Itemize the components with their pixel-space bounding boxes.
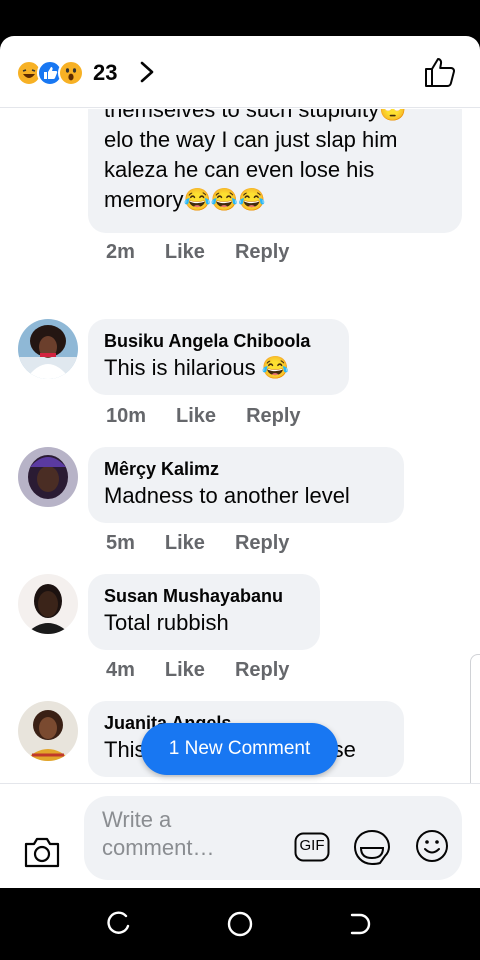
comment-bubble[interactable]: Busiku Angela Chiboola This is hilarious… bbox=[88, 319, 349, 395]
chevron-right-icon[interactable] bbox=[136, 60, 158, 84]
thumbs-up-icon[interactable] bbox=[422, 54, 458, 90]
gif-button[interactable]: GIF bbox=[294, 832, 330, 862]
emoji-icon[interactable] bbox=[414, 828, 450, 864]
comment-text: This is hilarious 😂 bbox=[104, 355, 290, 380]
avatar[interactable] bbox=[18, 319, 78, 379]
new-comment-button[interactable]: 1 New Comment bbox=[141, 723, 338, 775]
reaction-count: 23 bbox=[93, 60, 118, 85]
comment-bubble[interactable]: themselves to such stupidity🙄 elo the wa… bbox=[88, 109, 462, 233]
comment-text: Madness to another level bbox=[104, 483, 350, 508]
comment-author[interactable]: Busiku Angela Chiboola bbox=[104, 329, 333, 353]
comment-input[interactable]: Write a comment… GIF bbox=[84, 796, 462, 880]
system-navigation-bar bbox=[0, 888, 480, 960]
comment-bubble[interactable]: Susan Mushayabanu Total rubbish bbox=[88, 574, 320, 650]
comment-input-placeholder: Write a comment… bbox=[102, 807, 215, 860]
comment-bubble[interactable]: Mêrçy Kalimz Madness to another level bbox=[88, 447, 404, 523]
reply-link[interactable]: Reply bbox=[235, 241, 289, 264]
back-icon[interactable] bbox=[346, 910, 374, 938]
reactions-header: 23 bbox=[0, 36, 480, 108]
comment-time: 2m bbox=[106, 241, 135, 263]
comment-list: themselves to such stupidity🙄 elo the wa… bbox=[0, 109, 480, 783]
comment-author[interactable]: Mêrçy Kalimz bbox=[104, 457, 388, 481]
comment-time: 5m bbox=[106, 532, 135, 554]
camera-icon[interactable] bbox=[22, 834, 62, 870]
comment-time: 4m bbox=[106, 659, 135, 681]
comment-composer: Write a comment… GIF bbox=[0, 783, 480, 888]
home-icon[interactable] bbox=[226, 910, 254, 938]
recent-apps-icon[interactable] bbox=[106, 910, 134, 938]
comment-text-line: elo the way I can just slap him bbox=[104, 127, 398, 152]
comment-text-line: memory😂😂😂 bbox=[104, 187, 266, 212]
reactions-summary[interactable]: 23 bbox=[16, 60, 117, 86]
reply-link[interactable]: Reply bbox=[246, 405, 300, 428]
comment-author[interactable]: Susan Mushayabanu bbox=[104, 584, 304, 608]
like-link[interactable]: Like bbox=[165, 659, 205, 682]
like-link[interactable]: Like bbox=[176, 405, 216, 428]
comment-meta: 5m Like Reply bbox=[106, 532, 319, 555]
comment-text-line: themselves to such stupidity🙄 bbox=[104, 109, 407, 122]
avatar[interactable] bbox=[18, 701, 78, 761]
comment-text-line: kaleza he can even lose his bbox=[104, 157, 375, 182]
gif-label: GIF bbox=[299, 837, 325, 854]
like-link[interactable]: Like bbox=[165, 241, 205, 264]
reply-link[interactable]: Reply bbox=[235, 659, 289, 682]
status-bar bbox=[0, 0, 480, 36]
avatar[interactable] bbox=[18, 447, 78, 507]
reply-link[interactable]: Reply bbox=[235, 532, 289, 555]
sticker-icon[interactable] bbox=[352, 828, 392, 866]
comment-meta: 2m Like Reply bbox=[106, 241, 319, 264]
like-link[interactable]: Like bbox=[165, 532, 205, 555]
wow-reaction-icon bbox=[58, 60, 84, 86]
avatar[interactable] bbox=[18, 574, 78, 634]
comment-time: 10m bbox=[106, 405, 147, 427]
comment-meta: 10m Like Reply bbox=[106, 405, 331, 428]
comment-text: Total rubbish bbox=[104, 610, 229, 635]
comments-sheet: 23 themselves to such stupidity🙄 elo the… bbox=[0, 36, 480, 888]
comment-meta: 4m Like Reply bbox=[106, 659, 319, 682]
